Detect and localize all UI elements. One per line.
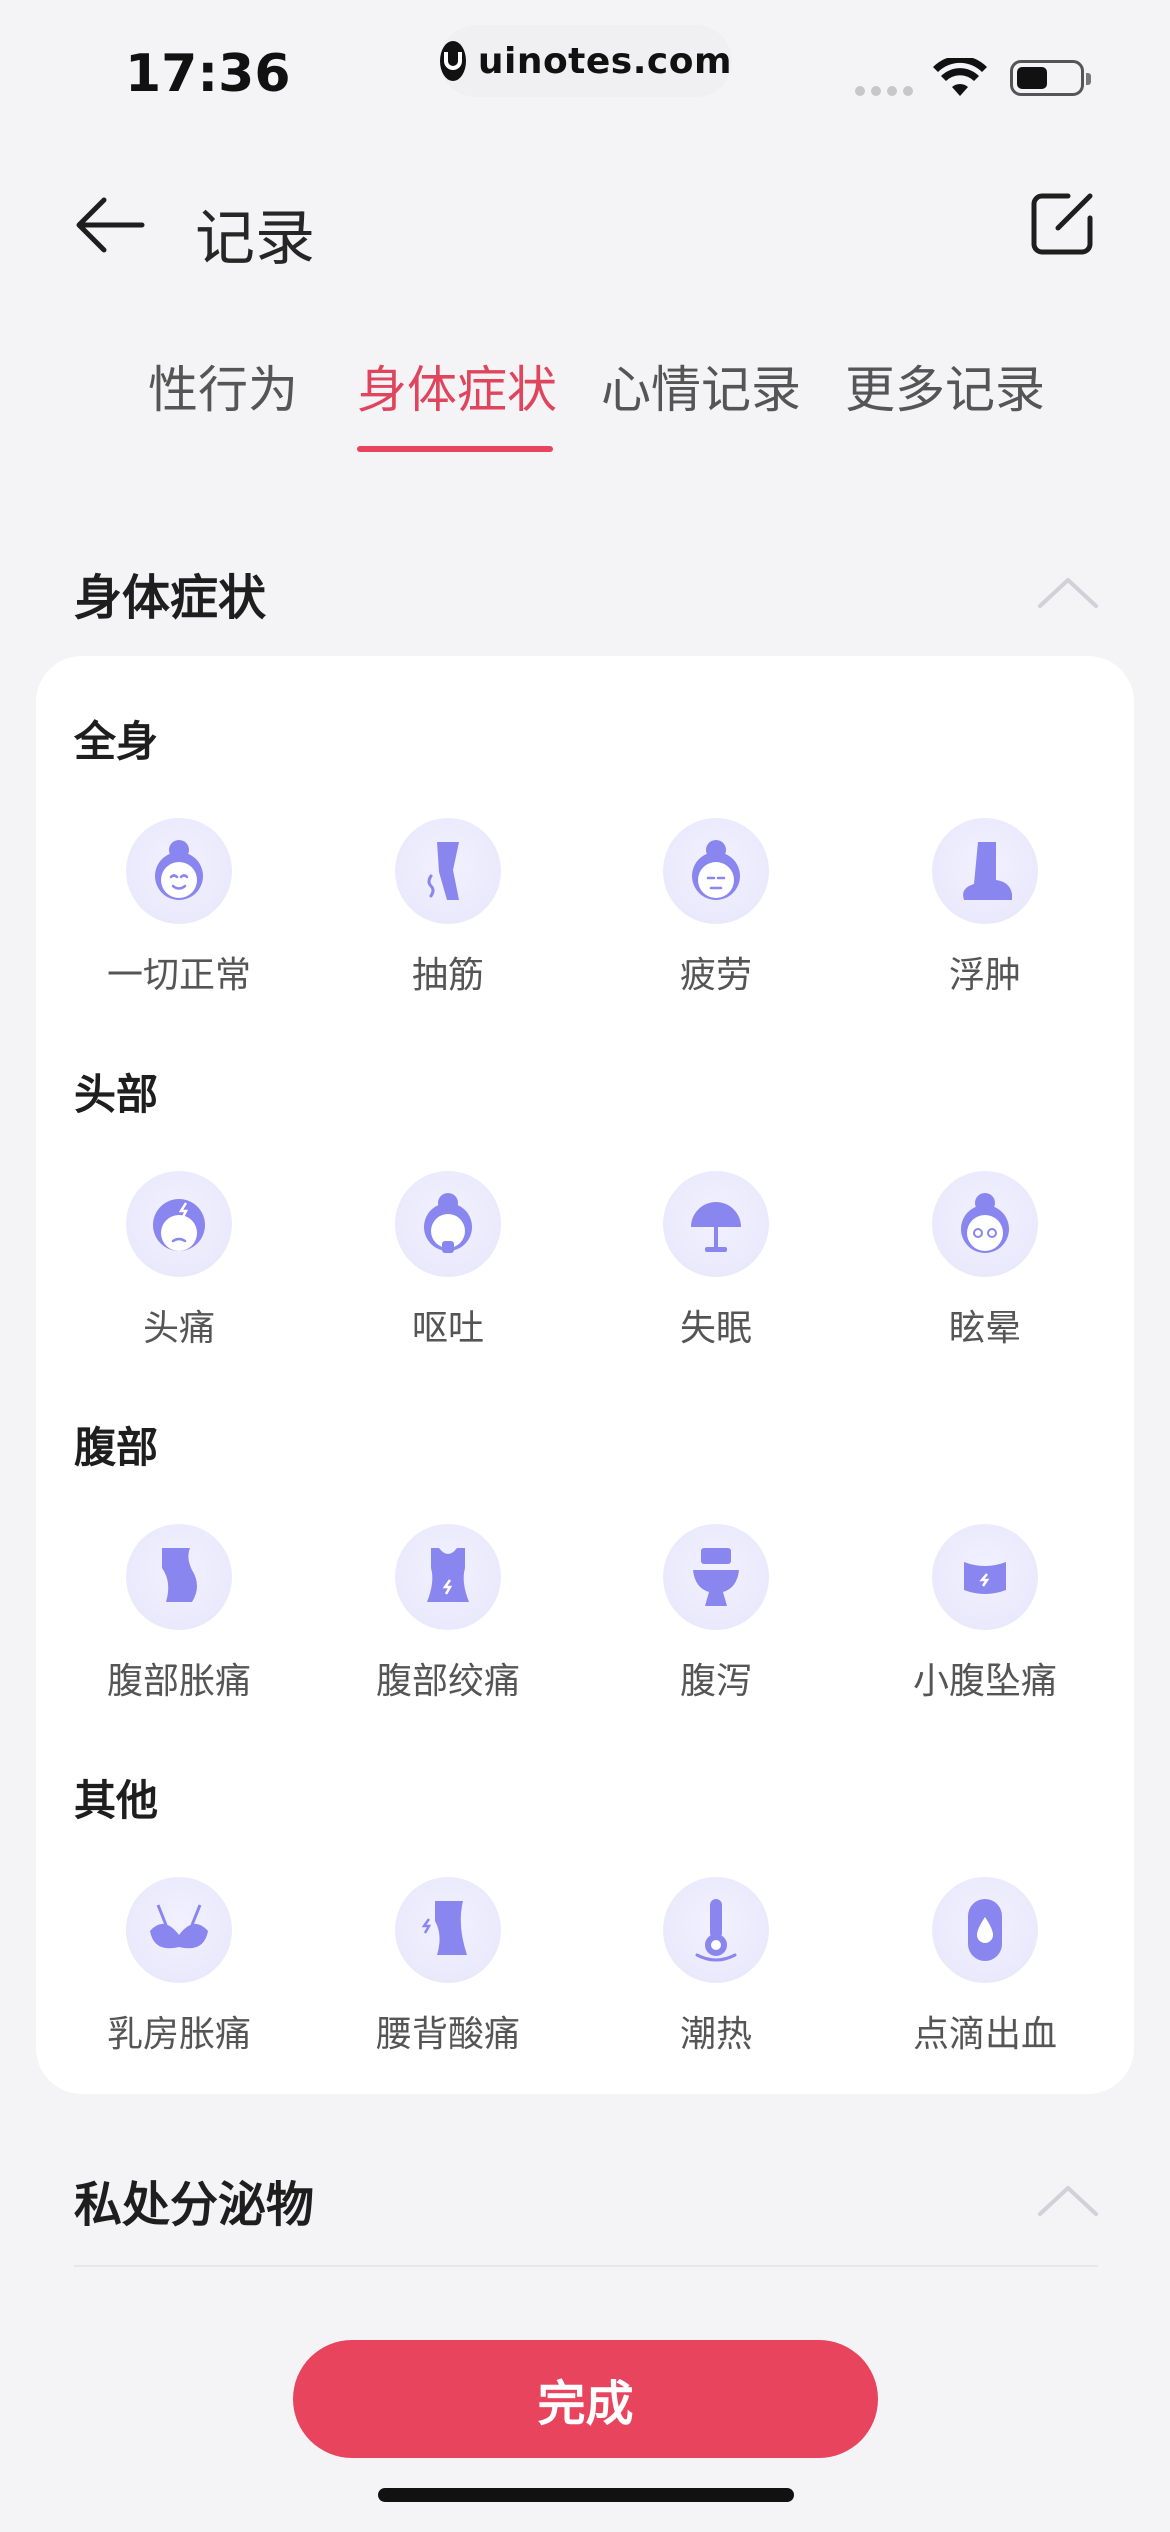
site-logo-icon <box>440 41 466 81</box>
lamp-icon <box>691 1202 741 1252</box>
leg-cramp-icon <box>427 842 459 900</box>
tab-more[interactable]: 更多记录 <box>845 350 1045 422</box>
group-title-head: 头部 <box>74 1070 159 1119</box>
tired-face-icon <box>692 840 740 900</box>
battery-icon <box>1010 60 1091 96</box>
back-pain-icon <box>421 1901 467 1955</box>
bra-icon <box>150 1904 208 1949</box>
url-pill[interactable]: uinotes.com <box>440 25 732 97</box>
group-title-body: 全身 <box>74 717 159 766</box>
symptom-abdominal-cramp[interactable]: 腹部绞痛 <box>318 1524 578 1704</box>
symptom-breast-pain[interactable]: 乳房胀痛 <box>49 1877 309 2057</box>
signal-icon <box>855 86 913 96</box>
thermometer-icon <box>695 1899 737 1962</box>
page-title: 记录 <box>195 204 315 274</box>
dizzy-face-icon <box>961 1193 1009 1253</box>
lower-belly-icon <box>964 1562 1006 1594</box>
cramp-belly-icon <box>427 1548 469 1602</box>
toilet-icon <box>693 1548 739 1606</box>
group-title-abdomen: 腹部 <box>74 1423 159 1472</box>
headache-icon <box>153 1199 205 1251</box>
swollen-foot-icon <box>963 842 1012 900</box>
group-title-other: 其他 <box>74 1776 159 1825</box>
edit-icon[interactable] <box>1028 188 1098 258</box>
tab-symptoms[interactable]: 身体症状 <box>357 350 557 422</box>
smiling-face-icon <box>155 840 203 900</box>
symptom-vomit[interactable]: 呕吐 <box>318 1171 578 1351</box>
symptom-spotting[interactable]: 点滴出血 <box>855 1877 1115 2057</box>
tab-sex[interactable]: 性行为 <box>148 350 298 422</box>
symptom-diarrhea[interactable]: 腹泻 <box>586 1524 846 1704</box>
tab-bar: 性行为 身体症状 心情记录 更多记录 <box>0 350 1170 460</box>
chevron-up-icon[interactable] <box>1036 572 1100 612</box>
symptom-dizzy[interactable]: 眩晕 <box>855 1171 1115 1351</box>
section-title-discharge: 私处分泌物 <box>74 2177 315 2233</box>
active-tab-indicator <box>357 446 553 452</box>
symptom-back-pain[interactable]: 腰背酸痛 <box>318 1877 578 2057</box>
symptom-fatigue[interactable]: 疲劳 <box>586 818 846 998</box>
url-text: uinotes.com <box>477 40 732 82</box>
back-arrow-icon[interactable] <box>70 190 150 260</box>
status-time: 17:36 <box>125 44 291 104</box>
divider <box>74 2265 1098 2267</box>
symptom-bloating[interactable]: 腹部胀痛 <box>49 1524 309 1704</box>
symptom-insomnia[interactable]: 失眠 <box>586 1171 846 1351</box>
chevron-up-icon[interactable] <box>1036 2180 1100 2220</box>
section-title-symptoms: 身体症状 <box>74 570 267 626</box>
bloated-belly-icon <box>162 1548 197 1602</box>
done-button[interactable]: 完成 <box>293 2340 878 2458</box>
symptom-normal[interactable]: 一切正常 <box>49 818 309 998</box>
wifi-icon <box>933 58 987 96</box>
symptom-headache[interactable]: 头痛 <box>49 1171 309 1351</box>
symptom-cramp[interactable]: 抽筋 <box>318 818 578 998</box>
tab-mood[interactable]: 心情记录 <box>601 350 801 422</box>
symptom-swelling[interactable]: 浮肿 <box>855 818 1115 998</box>
home-indicator <box>378 2488 794 2502</box>
vomit-icon <box>424 1193 472 1253</box>
symptom-lower-abdomen-pain[interactable]: 小腹坠痛 <box>855 1524 1115 1704</box>
pad-drop-icon <box>968 1899 1002 1961</box>
symptom-hot-flash[interactable]: 潮热 <box>586 1877 846 2057</box>
